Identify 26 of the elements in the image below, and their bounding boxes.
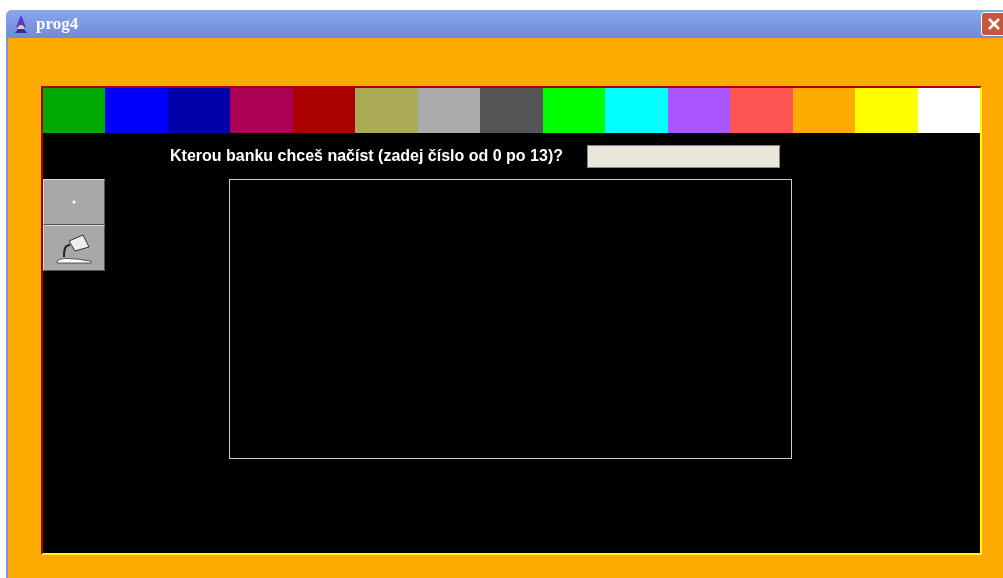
color-swatch[interactable]: [730, 88, 793, 133]
color-swatch[interactable]: [792, 88, 856, 133]
drawing-canvas[interactable]: [229, 179, 792, 459]
color-swatch[interactable]: [542, 88, 606, 133]
color-swatch[interactable]: [605, 88, 668, 133]
color-swatch[interactable]: [917, 88, 981, 133]
close-button[interactable]: [981, 12, 1003, 36]
dot-icon: [72, 200, 76, 204]
wizard-icon: [12, 14, 30, 34]
color-swatch[interactable]: [480, 88, 543, 133]
color-swatch[interactable]: [230, 88, 293, 133]
color-swatch[interactable]: [292, 88, 356, 133]
color-swatch[interactable]: [167, 88, 231, 133]
color-swatch[interactable]: [105, 88, 168, 133]
color-swatch[interactable]: [417, 88, 481, 133]
color-swatch[interactable]: [355, 88, 418, 133]
prompt-label: Kterou banku chceš načíst (zadej číslo od 0 po 13)?: [170, 146, 563, 166]
paint-bucket-icon: [55, 231, 93, 265]
close-icon: [987, 17, 1001, 31]
window-title: prog4: [36, 13, 79, 36]
color-swatch[interactable]: [43, 88, 106, 133]
dot-tool-button[interactable]: [43, 179, 105, 225]
color-swatch[interactable]: [855, 88, 918, 133]
input-field[interactable]: [587, 144, 780, 168]
fill-tool-button[interactable]: [43, 225, 105, 271]
color-swatch[interactable]: [667, 88, 731, 133]
